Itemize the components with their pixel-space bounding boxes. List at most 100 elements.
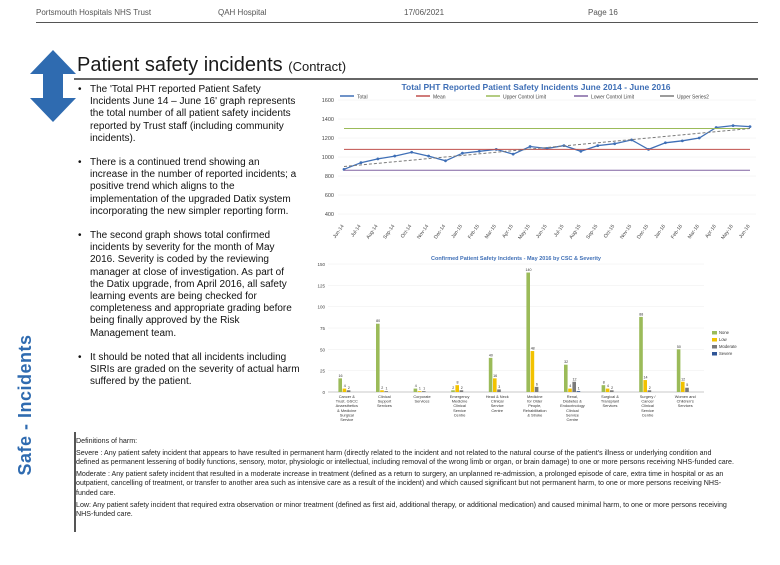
definitions-heading: Definitions of harm: bbox=[76, 437, 138, 445]
header-site: QAH Hospital bbox=[218, 8, 267, 17]
bar bbox=[422, 391, 426, 392]
bullet-item: The second graph shows total confirmed i… bbox=[78, 230, 300, 340]
x-tick-label: Apr-15 bbox=[501, 224, 515, 240]
category-label: Women and Children's Services bbox=[675, 394, 696, 408]
data-label: 50 bbox=[677, 345, 681, 349]
y-tick-label: 25 bbox=[320, 369, 326, 374]
data-label: 48 bbox=[531, 347, 535, 351]
side-label: Safe - Incidents bbox=[15, 334, 35, 476]
data-label: 4 bbox=[569, 384, 571, 388]
bullet-item: It should be noted that all incidents in… bbox=[78, 352, 300, 389]
category-label: Cancer & Trust. GSCC Anaesthetics & Medicin… bbox=[336, 394, 358, 422]
x-tick-label: Aug-15 bbox=[568, 224, 582, 241]
x-tick-label: Nov-15 bbox=[619, 224, 633, 241]
y-tick-label: 150 bbox=[317, 262, 325, 267]
x-tick-label: Feb-15 bbox=[467, 224, 481, 241]
updown-arrow-icon bbox=[30, 50, 76, 122]
data-point bbox=[664, 141, 667, 145]
x-tick-label: Jul-14 bbox=[350, 224, 363, 239]
y-tick-label: 100 bbox=[317, 305, 325, 310]
bar bbox=[346, 390, 351, 392]
data-label: 16 bbox=[339, 374, 343, 378]
category-label: Surgery / Cancer Clinical Service Centre bbox=[640, 394, 657, 417]
header-date: 17/06/2021 bbox=[404, 8, 445, 17]
header-rule bbox=[36, 22, 758, 23]
definition-severe: Severe : Any patient safety incident tha… bbox=[76, 448, 734, 467]
bar bbox=[572, 381, 576, 392]
bar bbox=[610, 390, 614, 392]
data-point bbox=[376, 157, 380, 161]
bar bbox=[601, 385, 606, 392]
page-title-sub: (Contract) bbox=[288, 59, 347, 74]
bar bbox=[576, 391, 581, 392]
category-label: Head & Neck Clinical Service Centre bbox=[486, 394, 509, 413]
y-tick-label: 75 bbox=[320, 326, 326, 331]
data-point bbox=[359, 161, 363, 165]
data-point bbox=[410, 150, 414, 154]
data-label: 6 bbox=[536, 382, 538, 386]
bar bbox=[417, 391, 422, 392]
bar bbox=[639, 316, 643, 392]
definition-low: Low: Any patient safety incident that re… bbox=[76, 500, 727, 519]
category-label: Medicine for Older People, Rehabilitation & … bbox=[523, 394, 547, 417]
data-label: 4 bbox=[607, 384, 609, 388]
y-tick-label: 600 bbox=[325, 193, 334, 199]
data-point bbox=[511, 152, 515, 156]
data-label: 1 bbox=[386, 387, 388, 391]
legend-label: Moderate bbox=[719, 344, 737, 349]
bullet-list: The 'Total PHT reported Patient Safety I… bbox=[78, 84, 300, 388]
category-label: Clinical Support Services bbox=[377, 394, 392, 408]
bar bbox=[676, 349, 681, 392]
data-point bbox=[731, 124, 735, 128]
bar bbox=[497, 389, 501, 392]
data-point bbox=[393, 154, 397, 158]
x-tick-label: Oct-15 bbox=[603, 224, 617, 240]
x-tick-label: Jul-15 bbox=[553, 224, 566, 239]
data-label: 80 bbox=[376, 319, 380, 323]
page-title-main: Patient safety incidents bbox=[77, 54, 283, 76]
bar bbox=[384, 391, 388, 392]
bar bbox=[376, 323, 380, 392]
legend-swatch bbox=[712, 345, 717, 349]
y-tick-label: 50 bbox=[320, 347, 326, 352]
y-tick-label: 1000 bbox=[322, 155, 334, 161]
bar bbox=[488, 357, 493, 392]
data-label: 14 bbox=[644, 376, 648, 380]
data-point bbox=[613, 142, 617, 146]
bar bbox=[526, 272, 530, 392]
severity-bar-chart: Confirmed Patient Safety Incidents - May… bbox=[317, 256, 737, 422]
y-tick-label: 1400 bbox=[322, 117, 334, 123]
bullet-item: There is a continued trend showing an in… bbox=[78, 157, 300, 218]
data-label: 40 bbox=[489, 353, 493, 357]
bar bbox=[534, 386, 539, 392]
data-label: 1 bbox=[423, 387, 425, 391]
legend-label: Lower Control Limit bbox=[591, 95, 635, 101]
y-tick-label: 1200 bbox=[322, 136, 334, 142]
side-label-panel: Safe - Incidents bbox=[15, 50, 76, 540]
data-label: 2 bbox=[611, 386, 613, 390]
data-label: 16 bbox=[493, 374, 497, 378]
bar bbox=[342, 388, 347, 392]
legend-swatch bbox=[712, 352, 717, 356]
x-tick-label: Feb-16 bbox=[670, 224, 684, 241]
x-tick-label: Mar-15 bbox=[484, 224, 498, 241]
x-tick-label: Dec-15 bbox=[636, 224, 650, 241]
y-tick-label: 125 bbox=[317, 283, 325, 288]
x-tick-label: Sep-14 bbox=[382, 224, 396, 241]
x-tick-label: Oct-14 bbox=[400, 224, 414, 240]
bar bbox=[493, 378, 497, 392]
legend-label: Upper Control Limit bbox=[503, 95, 547, 101]
harm-definitions: Definitions of harm: Severe : Any patien… bbox=[76, 437, 736, 522]
bar bbox=[380, 390, 384, 392]
data-point bbox=[579, 149, 583, 153]
bar bbox=[568, 388, 572, 392]
category-label: Renal, Diabetes & Endocrinology Clinical Ser… bbox=[560, 394, 585, 422]
data-label: 32 bbox=[564, 360, 568, 364]
data-label: 4 bbox=[344, 384, 346, 388]
bar bbox=[647, 390, 652, 392]
incidents-line-chart: Total PHT Reported Patient Safety Incide… bbox=[322, 82, 756, 241]
data-label: 2 bbox=[381, 386, 383, 390]
x-tick-label: Nov-14 bbox=[416, 224, 430, 241]
legend-label: Severe bbox=[719, 351, 733, 356]
data-point bbox=[680, 139, 684, 143]
